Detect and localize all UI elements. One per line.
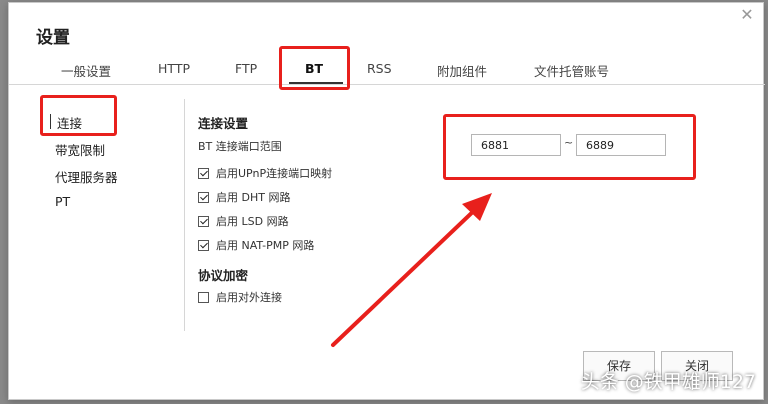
annotation-arrow <box>331 193 492 347</box>
watermark-text: 头条 @铁甲雄师127 <box>580 371 756 393</box>
